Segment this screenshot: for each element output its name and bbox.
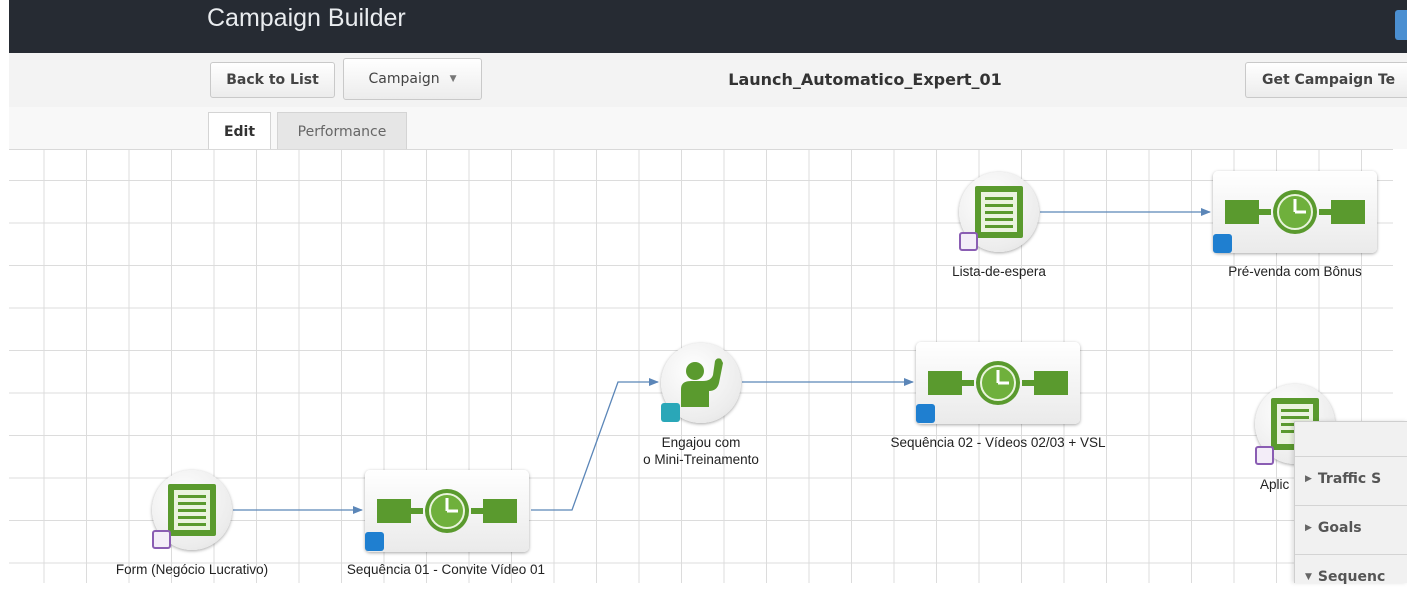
node-lista-de-espera[interactable]	[959, 172, 1039, 252]
campaign-name: Launch_Automatico_Expert_01	[728, 70, 1002, 89]
campaign-menu-button[interactable]: Campaign ▼	[343, 58, 482, 100]
node-engajou-label-line2: o Mini-Treinamento	[643, 452, 759, 467]
panel-item-goals-label: Goals	[1317, 519, 1362, 536]
get-campaign-template-label: Get Campaign Te	[1262, 72, 1396, 88]
node-engajou-label-line1: Engajou com	[661, 435, 741, 450]
panel-item-traffic-label: Traffic S	[1317, 470, 1382, 487]
sequence-timer-icon	[1225, 190, 1365, 234]
panel-item-sequences-label: Sequenc	[1317, 568, 1386, 585]
goal-click-icon	[661, 403, 680, 422]
header-corner-button[interactable]	[1395, 10, 1407, 40]
node-form-negocio-lucrativo[interactable]	[152, 470, 232, 550]
back-to-list-button[interactable]: Back to List	[210, 62, 335, 98]
panel-item-traffic-sources[interactable]: ▶ Traffic S	[1295, 456, 1407, 500]
campaign-menu-label: Campaign	[368, 71, 440, 87]
raised-hand-icon	[681, 358, 723, 407]
get-campaign-template-button[interactable]: Get Campaign Te	[1245, 62, 1407, 98]
sequence-timer-icon	[928, 361, 1068, 405]
panel-item-goals[interactable]: ▶ Goals	[1295, 505, 1407, 549]
form-icon	[975, 186, 1023, 238]
node-lista-label: Lista-de-espera	[952, 264, 1046, 279]
node-form-label: Form (Negócio Lucrativo)	[115, 562, 269, 577]
web-form-badge-icon	[1255, 446, 1274, 465]
node-pre-venda-com-bonus[interactable]	[1213, 171, 1377, 253]
node-prevenda-label: Pré-venda com Bônus	[1228, 264, 1362, 279]
node-seq02-label: Sequência 02 - Vídeos 02/03 + VSL	[890, 435, 1106, 450]
app-header: Campaign Builder	[9, 0, 1407, 53]
node-sequencia-02[interactable]	[916, 342, 1080, 424]
sequence-flag-icon	[916, 404, 935, 423]
chevron-right-icon: ▶	[1305, 522, 1312, 533]
tab-performance[interactable]: Performance	[277, 112, 407, 150]
chevron-right-icon: ▶	[1305, 473, 1312, 484]
sequence-timer-icon	[377, 489, 517, 533]
node-engajou[interactable]	[661, 343, 741, 423]
sequence-flag-icon	[1213, 234, 1232, 253]
chevron-down-icon: ▼	[449, 74, 457, 84]
sequence-flag-icon	[365, 532, 384, 551]
web-form-badge-icon	[152, 530, 171, 549]
app-title: Campaign Builder	[207, 4, 406, 32]
tab-performance-label: Performance	[297, 123, 387, 140]
web-form-badge-icon	[959, 232, 978, 251]
chevron-down-icon: ▼	[1305, 571, 1312, 582]
panel-item-sequences[interactable]: ▼ Sequenc	[1295, 554, 1407, 598]
tab-edit[interactable]: Edit	[208, 112, 271, 150]
tab-edit-label: Edit	[223, 123, 256, 140]
node-engajou-label: Engajou com o Mini-Treinamento	[586, 434, 816, 468]
back-to-list-label: Back to List	[226, 72, 319, 88]
node-seq01-label: Sequência 01 - Convite Vídeo 01	[346, 562, 546, 577]
node-sequencia-01[interactable]	[365, 470, 529, 552]
elements-side-panel: ▶ Traffic S ▶ Goals ▼ Sequenc	[1294, 421, 1407, 585]
form-icon	[168, 484, 216, 536]
